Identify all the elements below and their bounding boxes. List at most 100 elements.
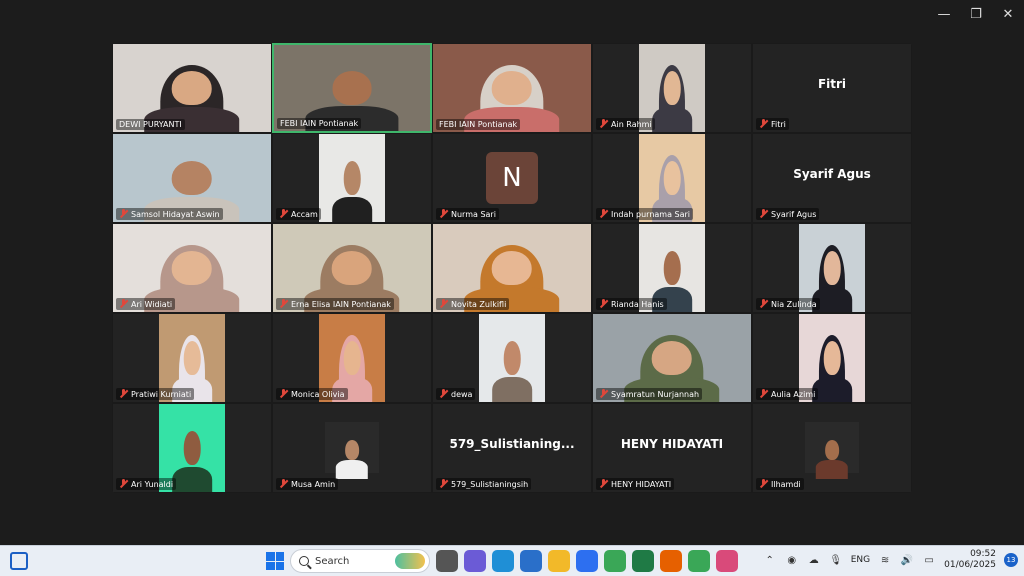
face-shape [183,430,201,466]
participant-tile[interactable]: Monica Olivia [272,313,432,403]
clock[interactable]: 09:52 01/06/2025 [944,549,996,571]
participant-tile[interactable]: Aulia Azimi [752,313,912,403]
folder-icon[interactable] [548,550,570,572]
notification-badge[interactable]: 13 [1004,553,1018,567]
participant-tile[interactable]: FEBI IAIN Pontianak [272,43,432,133]
participant-display-name: HENY HIDAYATI [620,437,724,452]
mic-muted-icon [599,299,608,309]
participant-tile[interactable]: Rianda Hanis [592,223,752,313]
participant-name-tag: Ilhamdi [756,478,804,490]
participant-tile[interactable]: Syarif Agus Syarif Agus [752,133,912,223]
mic-muted-icon [759,119,768,129]
participant-figure [492,333,532,402]
zoom-icon[interactable] [576,550,598,572]
participant-tile[interactable]: Syamratun Nurjannah [592,313,752,403]
body-shape [332,196,372,222]
face-shape [663,70,681,106]
participant-tile[interactable]: Ain Rahmi [592,43,752,133]
store-icon[interactable] [520,550,542,572]
taskbar-search-box[interactable]: Search [290,549,430,573]
participant-name-tag: Monica Olivia [276,388,348,400]
participant-name-tag: Musa Amin [276,478,339,490]
participant-name-tag: Rianda Hanis [596,298,667,310]
close-button[interactable]: ✕ [992,0,1024,28]
participant-tile[interactable]: Samsol Hidayat Aswin [112,133,272,223]
face-shape [172,70,212,106]
chrome-icon[interactable] [604,550,626,572]
mic-muted-icon [279,209,288,219]
participant-figure [815,435,849,479]
body-shape [492,376,532,402]
participant-tile[interactable]: dewa [432,313,592,403]
face-shape [343,340,361,376]
participant-name: Syamratun Nurjannah [611,389,700,399]
mic-muted-icon [439,299,448,309]
start-button-icon[interactable] [266,552,284,570]
face-shape [823,250,841,286]
face-shape [332,250,372,286]
participant-tile[interactable]: 579_Sulistianing... 579_Sulistianingsih [432,403,592,493]
participant-name: Syarif Agus [771,209,817,219]
participant-name-tag: Aulia Azimi [756,388,819,400]
volume-icon[interactable]: 🔊 [900,553,914,567]
snipping-tool-icon[interactable] [716,550,738,572]
excel-icon[interactable] [632,550,654,572]
file-explorer-folder-icon[interactable] [436,550,458,572]
mic-muted-icon [119,479,128,489]
participant-name: Ari Widiati [131,299,173,309]
participant-tile[interactable]: DEWI PURYANTI [112,43,272,133]
participant-video [478,314,546,402]
chat-icon[interactable] [464,550,486,572]
minimize-button[interactable]: — [928,0,960,28]
participant-tile[interactable]: Ilhamdi [752,403,912,493]
taskbar-center: Search [266,549,738,573]
face-shape [652,340,692,376]
mic-muted-icon [759,389,768,399]
participant-tile[interactable]: Accam [272,133,432,223]
body-shape [335,460,369,479]
mic-muted-icon [599,209,608,219]
participant-tile[interactable]: Erna Elisa IAIN Pontianak [272,223,432,313]
participant-tile[interactable]: FEBI IAIN Pontianak [432,43,592,133]
chevron-up-icon[interactable]: ⌃ [763,553,777,567]
body-shape [812,376,852,402]
participant-name-tag: Ari Yunaldi [116,478,177,490]
mic-muted-icon [279,479,288,489]
mic-muted-icon [599,119,608,129]
mic-muted-icon [439,389,448,399]
participant-tile[interactable]: Musa Amin [272,403,432,493]
participant-name-tag: Ari Widiati [116,298,176,310]
participant-tile[interactable]: Pratiwi Kurniati [112,313,272,403]
participant-tile[interactable]: N Nurma Sari [432,133,592,223]
zoom-tray-icon[interactable]: ◉ [785,553,799,567]
participant-tile[interactable]: Ari Yunaldi [112,403,272,493]
face-shape [172,160,212,196]
microphone-icon[interactable]: 🎙 [829,553,843,567]
participant-tile[interactable]: HENY HIDAYATI HENY HIDAYATI [592,403,752,493]
clock-date: 01/06/2025 [944,560,996,570]
chrome-icon[interactable] [688,550,710,572]
cloud-icon[interactable]: ☁ [807,553,821,567]
participant-tile[interactable]: Novita Zulkifli [432,223,592,313]
edge-icon[interactable] [492,550,514,572]
participant-tile[interactable]: Nia Zulinda [752,223,912,313]
clock-time: 09:52 [970,549,996,559]
wifi-icon[interactable]: ≋ [878,553,892,567]
restore-button[interactable]: ❐ [960,0,992,28]
battery-icon[interactable]: ▭ [922,553,936,567]
participant-name: Nurma Sari [451,209,496,219]
participant-tile[interactable]: Indah purnama Sari [592,133,752,223]
participant-name-tag: DEWI PURYANTI [116,119,185,130]
participant-name: Rianda Hanis [611,299,664,309]
widgets-icon[interactable] [10,552,28,570]
participant-tile[interactable]: Ari Widiati [112,223,272,313]
participant-tile[interactable]: Fitri Fitri [752,43,912,133]
mic-muted-icon [759,209,768,219]
participant-name-tag: Accam [276,208,321,220]
participant-name: FEBI IAIN Pontianak [439,120,518,129]
firefox-icon[interactable] [660,550,682,572]
participant-name-tag: Fitri [756,118,789,130]
face-shape [492,70,532,106]
language-indicator[interactable]: ENG [851,555,870,565]
participant-display-name: Syarif Agus [793,167,871,182]
